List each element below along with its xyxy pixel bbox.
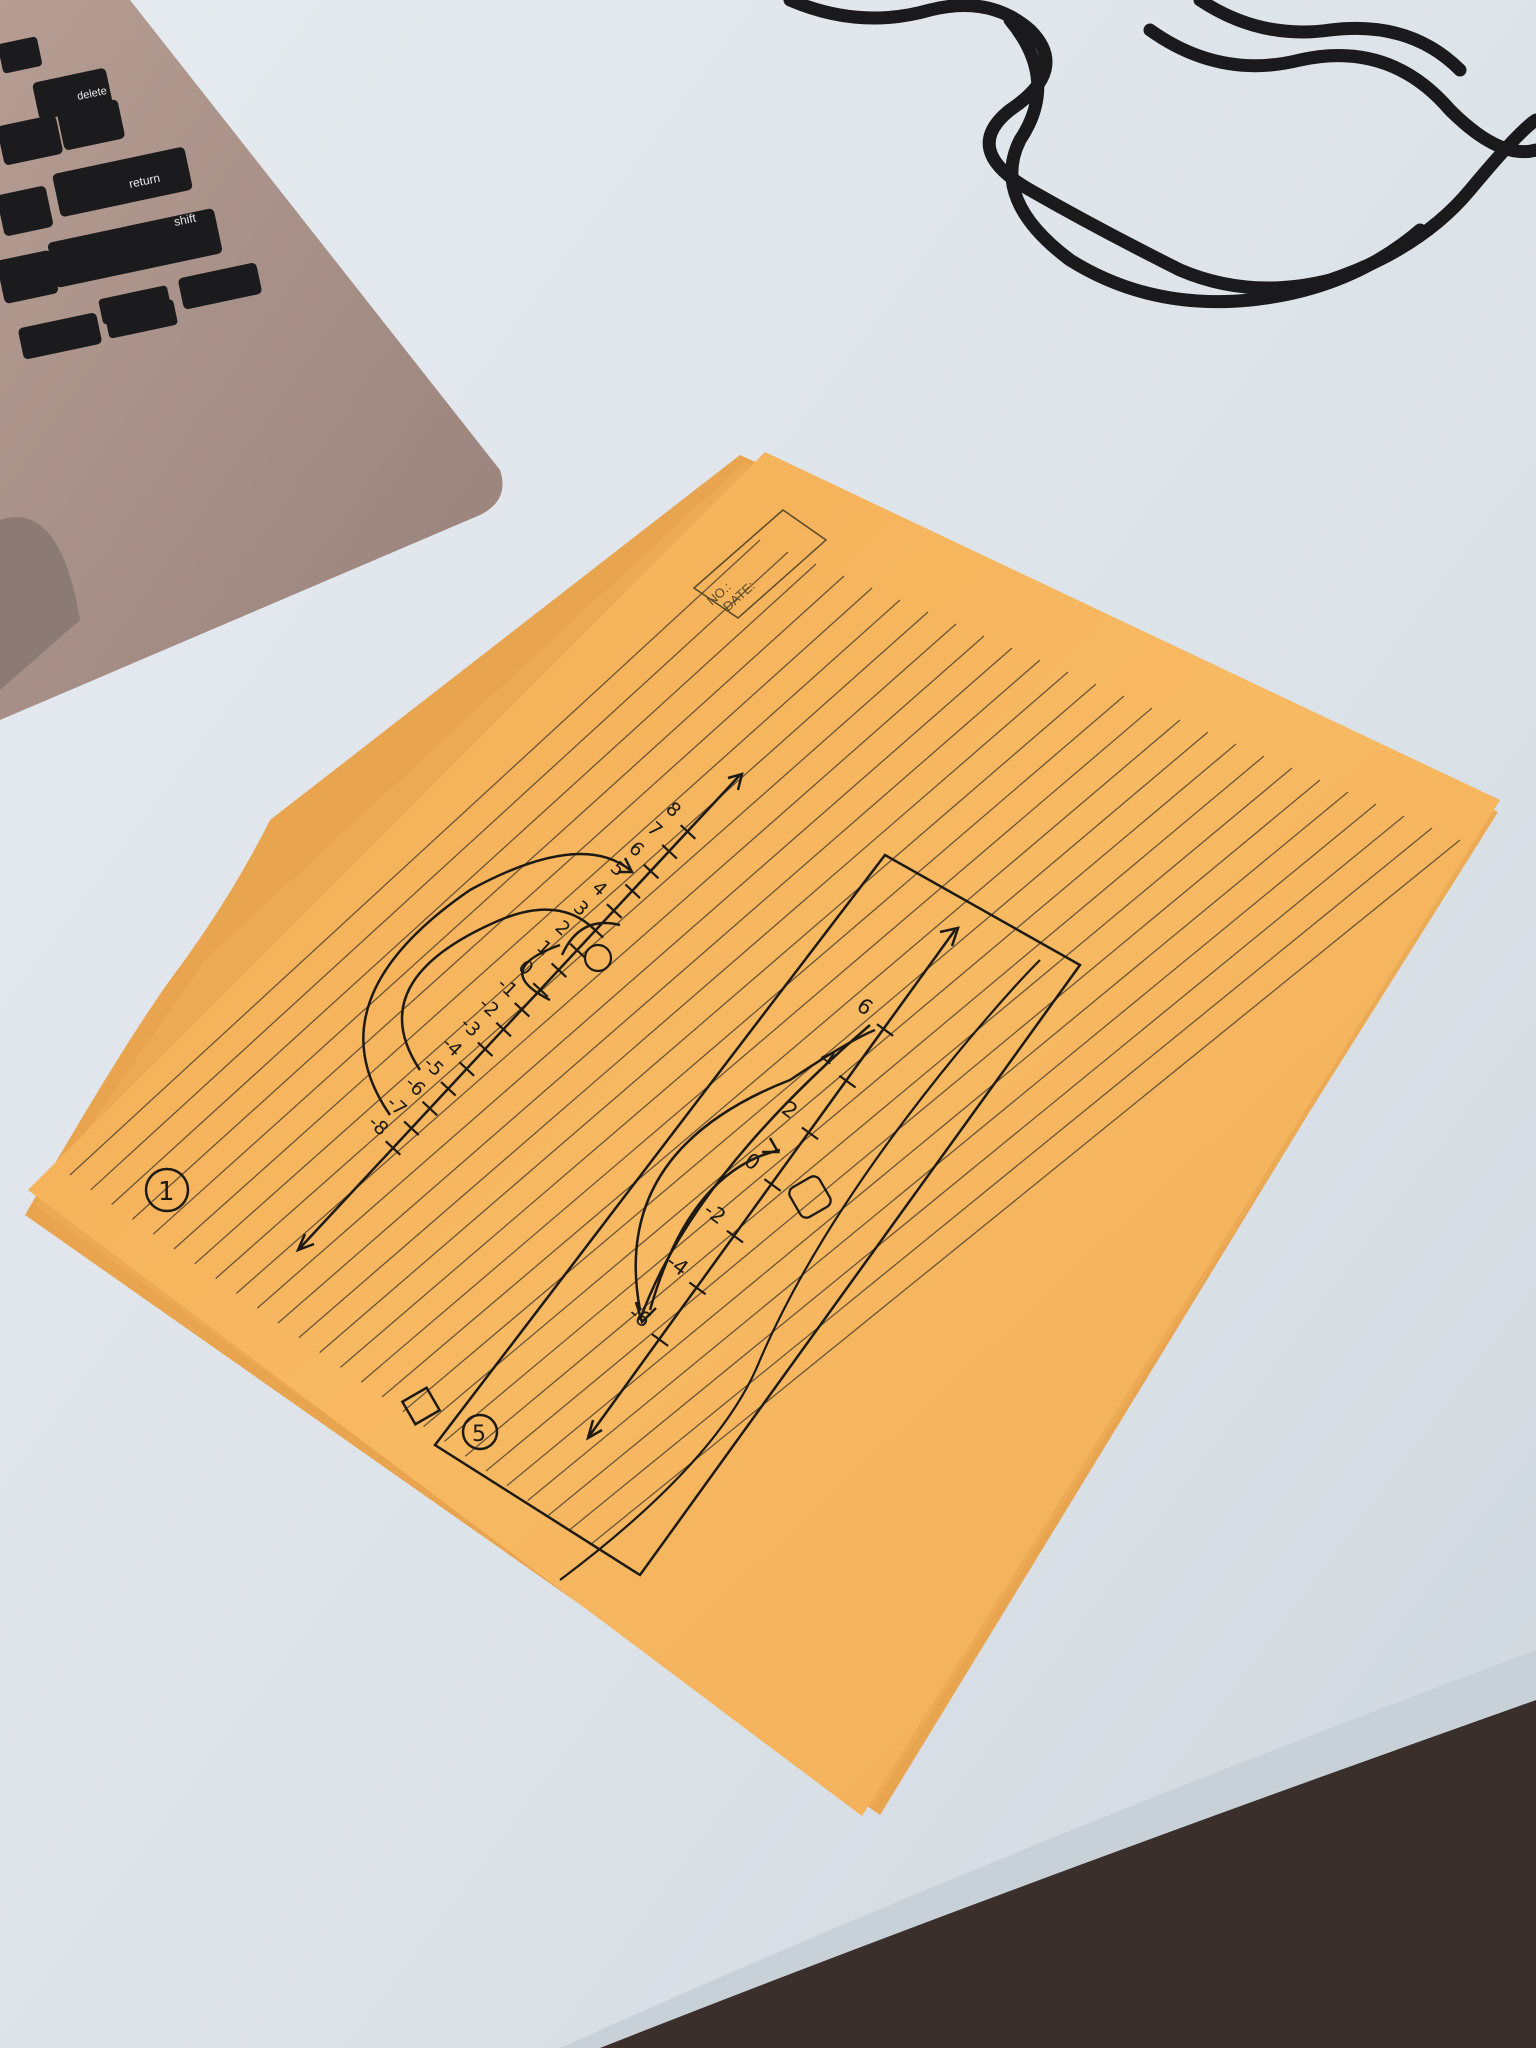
problem-5-number: 5 bbox=[472, 1422, 486, 1447]
problem-1-number: 1 bbox=[158, 1177, 175, 1207]
desk-photo: delete return shift NO.: DATE: 1 -8-7-6-… bbox=[0, 0, 1536, 2048]
